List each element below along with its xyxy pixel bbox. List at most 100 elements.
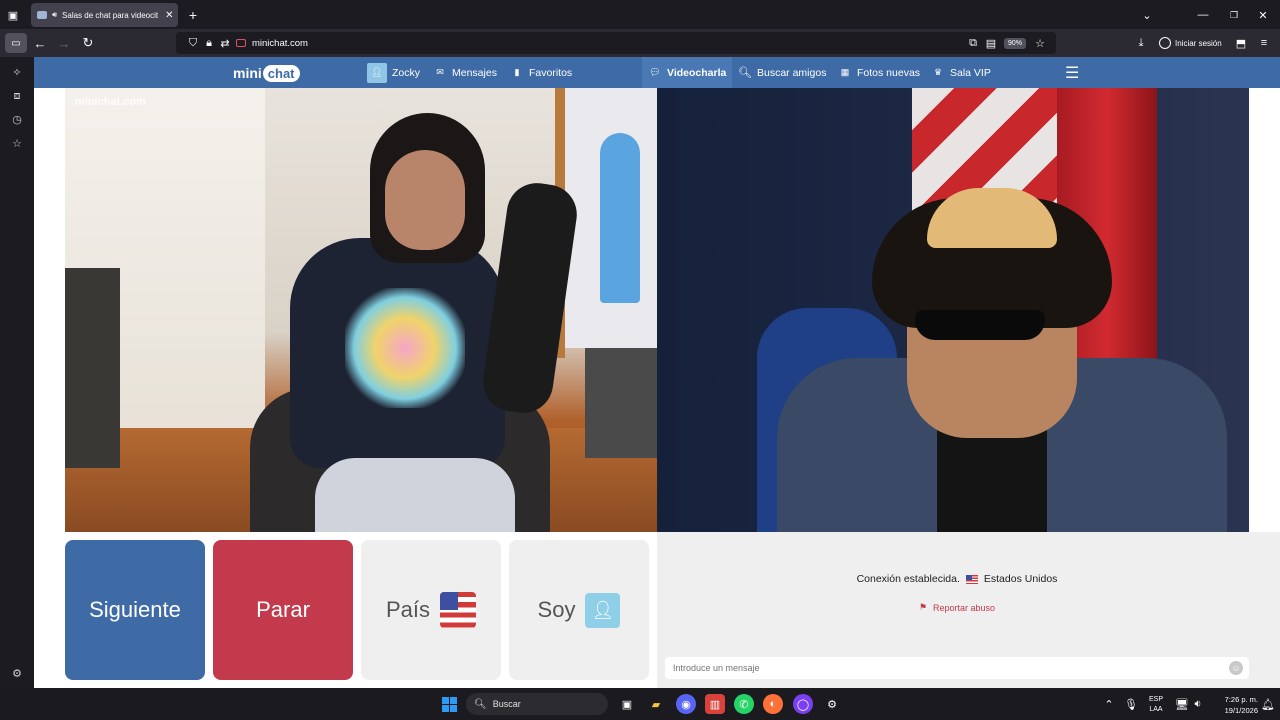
browser-navbar: ▭ ← → ↻ ⛉ 🔒︎ ⇄ minichat.com ⧉ ▤ 90% ☆ ⤓ … [0, 29, 1280, 57]
parar-button[interactable]: Parar [213, 540, 353, 680]
nav-mensajes[interactable]: ✉ Mensajes [433, 57, 497, 88]
file-explorer-icon[interactable]: ▰ [646, 694, 666, 714]
language-indicator[interactable]: ESP LAA [1146, 695, 1166, 715]
status-panel: Conexión establecida. Estados Unidos ⚑ R… [657, 532, 1280, 688]
connection-status: Conexión establecida. Estados Unidos [657, 573, 1257, 585]
url-bar[interactable]: ⛉ 🔒︎ ⇄ minichat.com ⧉ ▤ 90% ☆ [176, 32, 1056, 54]
synced-tabs-icon[interactable]: ⧈ [10, 89, 24, 103]
browser-tab-strip: ▣ 🔊︎ Salas de chat para videocit ✕ + ⌄ —… [0, 0, 1280, 29]
nav-fotos-nuevas-label: Fotos nuevas [857, 66, 921, 79]
picture-in-picture-icon[interactable]: ⧉ [966, 37, 980, 50]
close-tab-icon[interactable]: ✕ [165, 10, 173, 21]
taskbar-search[interactable]: 🔍︎ Buscar [466, 693, 608, 715]
site-logo[interactable]: mini chat [233, 62, 300, 84]
signin-label: Iniciar sesión [1175, 38, 1222, 48]
office-icon[interactable]: ▥ [705, 694, 725, 714]
logo-mini: mini [233, 65, 262, 81]
browser-sidebar: ✧ ⧈ ◷ ☆ ⚙ [0, 57, 34, 688]
country-flag-icon [965, 574, 978, 584]
nav-sala-vip[interactable]: ♛ Sala VIP [931, 57, 991, 88]
discord-icon[interactable]: ◉ [676, 694, 696, 714]
url-text: minichat.com [252, 37, 308, 49]
ai-sparkle-icon[interactable]: ✧ [10, 65, 24, 79]
app-circle-icon[interactable]: ◯ [793, 694, 813, 714]
crown-icon: ♛ [933, 67, 943, 77]
settings-gear-icon[interactable]: ⚙ [10, 666, 24, 680]
local-video: minichat.com [65, 88, 657, 532]
forward-icon[interactable]: → [57, 36, 71, 51]
signin-button[interactable]: Iniciar sesión [1159, 36, 1222, 50]
tab-overview-icon[interactable]: ▣ [6, 8, 20, 22]
lock-icon[interactable]: 🔒︎ [202, 37, 216, 50]
chevron-up-icon[interactable]: ⌃ [1099, 694, 1119, 714]
nav-favoritos[interactable]: ▮ Favoritos [510, 57, 573, 88]
chevron-down-icon[interactable]: ⌄ [1140, 8, 1154, 22]
emoji-icon[interactable]: ☺ [1229, 661, 1243, 675]
nav-buscar-amigos-label: Buscar amigos [757, 66, 827, 79]
close-window-icon[interactable]: ✕ [1256, 8, 1270, 22]
reader-mode-icon[interactable]: ▤ [984, 37, 998, 50]
bookmarks-star-icon[interactable]: ☆ [10, 136, 24, 150]
message-input[interactable] [665, 657, 1249, 679]
app-gear-icon[interactable]: ⚙ [822, 694, 842, 714]
volume-icon[interactable]: 🔉︎ [1188, 694, 1208, 714]
firefox-icon[interactable]: ◐ [763, 694, 783, 714]
logo-chat: chat [262, 64, 300, 82]
permissions-icon[interactable]: ⇄ [218, 37, 232, 50]
report-abuse-link[interactable]: ⚑ Reportar abuso [657, 602, 1257, 613]
nav-buscar-amigos[interactable]: 🔍︎ Buscar amigos [738, 57, 826, 88]
taskbar: 🔍︎ Buscar ▣ ▰ ◉ ▥ ✆ ◐ ◯ ⚙ ⌃ 🎙︎ ESP LAA 🖥… [0, 688, 1280, 720]
siguiente-button[interactable]: Siguiente [65, 540, 205, 680]
bookmark-icon: ▮ [514, 67, 520, 77]
clock[interactable]: 7:26 p. m. 19/1/2026 [1206, 694, 1258, 716]
nav-videocharla-label: Videocharla [667, 66, 727, 79]
restore-icon[interactable]: ❐ [1227, 8, 1241, 22]
history-icon[interactable]: ◷ [10, 112, 24, 126]
reload-icon[interactable]: ↻ [81, 35, 95, 50]
site-favicon-icon [236, 39, 246, 47]
avatar-icon: 👤︎ [367, 62, 387, 83]
pais-button[interactable]: País [361, 540, 501, 680]
siguiente-label: Siguiente [89, 597, 181, 622]
country-name: Estados Unidos [983, 573, 1058, 585]
whatsapp-icon[interactable]: ✆ [734, 694, 754, 714]
task-view-icon[interactable]: ▣ [617, 694, 637, 714]
download-icon[interactable]: ⤓ [1134, 36, 1148, 50]
nav-videocharla[interactable]: 💬︎ Videocharla [642, 57, 732, 88]
nav-zocky[interactable]: 👤︎ Zocky [367, 57, 420, 88]
report-abuse-label: Reportar abuso [933, 602, 996, 613]
lang-top: ESP [1148, 696, 1163, 703]
menu-icon[interactable]: ≡ [1257, 36, 1271, 50]
nav-favoritos-label: Favoritos [529, 66, 573, 79]
shield-icon[interactable]: ⛉ [186, 37, 200, 50]
pais-label: País [385, 597, 431, 622]
new-tab-button[interactable]: + [185, 7, 201, 23]
tab-title: Salas de chat para videocit [62, 10, 159, 20]
user-profile-icon: 👤︎ [585, 592, 621, 628]
search-icon: 🔍︎ [738, 67, 752, 79]
sidebar-toggle-icon[interactable]: ▭ [5, 33, 27, 53]
soy-label: Soy [537, 597, 576, 622]
minimize-icon[interactable]: — [1196, 8, 1210, 22]
page-content: mini chat 👤︎ Zocky ✉ Mensajes ▮ Favorito… [34, 57, 1280, 688]
photo-grid-icon: ▦ [840, 67, 850, 77]
speaker-icon[interactable]: 🔊︎ [52, 10, 57, 20]
extensions-icon[interactable]: ⬒ [1234, 36, 1248, 50]
us-flag-icon [440, 592, 477, 628]
soy-button[interactable]: Soy 👤︎ [509, 540, 649, 680]
notifications-icon[interactable]: 🔔︎ [1258, 694, 1278, 714]
minichat-watermark: minichat.com [75, 96, 146, 108]
remote-video [657, 88, 1249, 532]
nav-mensajes-label: Mensajes [452, 66, 497, 79]
zoom-level[interactable]: 90% [1004, 37, 1027, 49]
lang-bottom: LAA [1149, 706, 1163, 713]
microphone-icon[interactable]: 🎙︎ [1121, 694, 1141, 714]
hamburger-menu-icon[interactable]: ☰ [1065, 57, 1079, 88]
clock-date: 19/1/2026 [1224, 706, 1258, 715]
browser-tab[interactable]: 🔊︎ Salas de chat para videocit ✕ [31, 3, 178, 27]
back-icon[interactable]: ← [33, 36, 47, 51]
windows-start-icon[interactable] [439, 694, 459, 714]
nav-fotos-nuevas[interactable]: ▦ Fotos nuevas [838, 57, 920, 88]
parar-label: Parar [256, 597, 310, 622]
bookmark-star-icon[interactable]: ☆ [1033, 37, 1047, 50]
